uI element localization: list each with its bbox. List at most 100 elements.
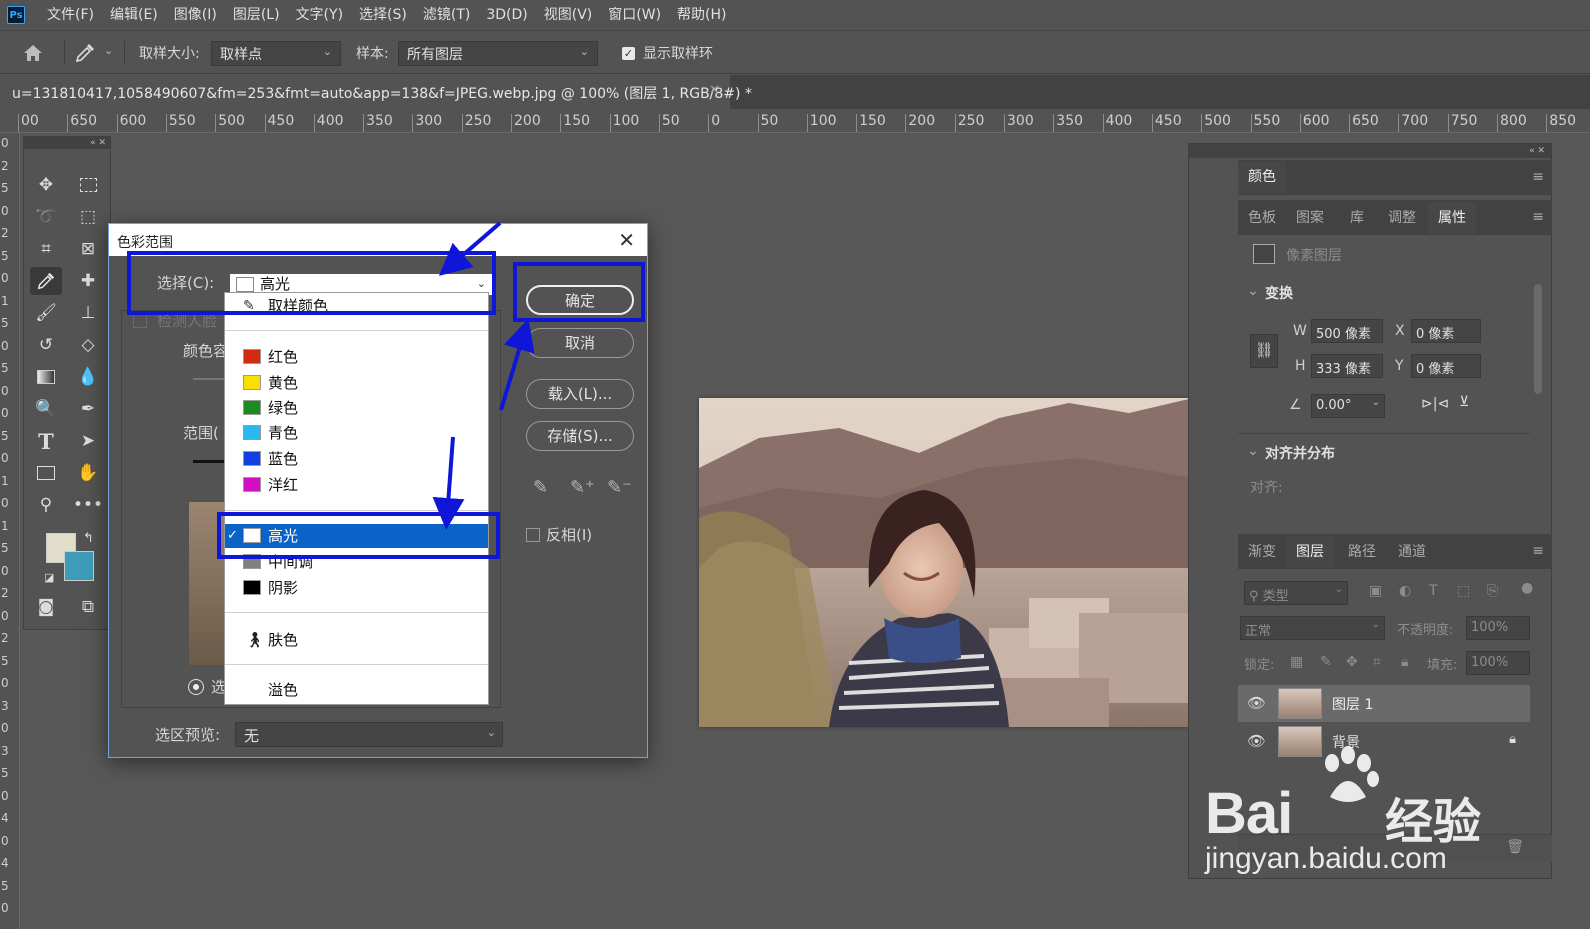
lock-image-icon[interactable]: ✎ <box>1320 654 1332 670</box>
tab-layers[interactable]: 图层 <box>1286 536 1334 568</box>
eyedropper-icon[interactable]: ✎ <box>533 477 548 498</box>
tab-libraries[interactable]: 库 <box>1340 202 1374 234</box>
tab-properties[interactable]: 属性 <box>1428 202 1476 234</box>
background-color-swatch[interactable] <box>64 551 94 581</box>
panel-menu-icon[interactable]: ≡ <box>1532 169 1544 185</box>
path-selection-tool-icon[interactable]: ➤ <box>72 427 104 455</box>
option-out-of-gamut[interactable]: 溢色 <box>225 678 488 702</box>
frame-tool-icon[interactable]: ⊠ <box>72 235 104 263</box>
link-dimensions-icon[interactable]: ⛓ <box>1250 334 1278 368</box>
lock-artboard-icon[interactable]: ⌗ <box>1373 654 1381 670</box>
swap-colors-icon[interactable]: ↰ <box>83 531 94 546</box>
pen-tool-icon[interactable]: ✒ <box>72 395 104 423</box>
eyedropper-icon[interactable] <box>74 42 96 64</box>
selection-radio[interactable] <box>189 680 203 694</box>
default-colors-icon[interactable]: ◪ <box>44 571 54 584</box>
blend-mode-select[interactable]: 正常 ⌄ <box>1240 616 1385 640</box>
filter-adjustment-icon[interactable]: ◐ <box>1399 583 1411 599</box>
properties-scrollbar[interactable] <box>1534 284 1542 394</box>
selection-preview-select[interactable]: 无 ⌄ <box>235 722 503 747</box>
delete-layer-icon[interactable]: 🗑︎ <box>1506 839 1524 855</box>
healing-brush-tool-icon[interactable]: ✚ <box>72 267 104 295</box>
flip-horizontal-icon[interactable]: ⊳|⊲ <box>1421 396 1449 412</box>
close-tab-icon[interactable]: ✕ <box>709 83 720 98</box>
document-tab[interactable]: u=131810417,1058490607&fm=253&fmt=auto&a… <box>0 75 752 109</box>
menu-help[interactable]: 帮助(H) <box>669 0 734 30</box>
hand-tool-icon[interactable]: ✋ <box>72 459 104 487</box>
eyedropper-tool-icon[interactable] <box>30 267 62 295</box>
tool-preset-chevron-icon[interactable]: ⌄ <box>104 44 113 57</box>
menu-layer[interactable]: 图层(L) <box>225 0 288 30</box>
option-shadows[interactable]: 阴影 <box>225 576 488 600</box>
menu-filter[interactable]: 滤镜(T) <box>415 0 478 30</box>
eyedropper-plus-icon[interactable]: ✎⁺ <box>570 477 595 498</box>
sample-select[interactable]: 所有图层 ⌄ <box>398 41 598 66</box>
menu-file[interactable]: 文件(F) <box>39 0 102 30</box>
flip-vertical-icon[interactable]: ⊻ <box>1459 394 1469 410</box>
option-yellows[interactable]: 黄色 <box>225 371 488 395</box>
tab-patterns[interactable]: 图案 <box>1286 202 1334 234</box>
filter-pixel-icon[interactable]: ▣ <box>1369 583 1382 599</box>
option-skin-tones[interactable]: 🚶︎ 肤色 <box>225 628 488 652</box>
dodge-tool-icon[interactable]: 🔍 <box>30 395 62 423</box>
tolerance-slider[interactable] <box>193 378 227 380</box>
clone-stamp-tool-icon[interactable]: ⊥ <box>72 299 104 327</box>
tab-adjustments[interactable]: 调整 <box>1378 202 1426 234</box>
tab-swatches[interactable]: 色板 <box>1238 202 1286 234</box>
menu-type[interactable]: 文字(Y) <box>288 0 351 30</box>
lock-all-icon[interactable]: 🔒︎ <box>1401 654 1408 670</box>
range-slider[interactable] <box>193 460 227 463</box>
layer-row-layer1[interactable]: 👁︎ 图层 1 <box>1238 685 1530 722</box>
menu-image[interactable]: 图像(I) <box>166 0 225 30</box>
rectangle-tool-icon[interactable] <box>30 459 62 487</box>
menu-edit[interactable]: 编辑(E) <box>102 0 166 30</box>
blur-tool-icon[interactable]: 💧 <box>72 363 104 391</box>
menu-select[interactable]: 选择(S) <box>351 0 415 30</box>
show-ring-checkbox[interactable]: ✓ <box>622 47 635 60</box>
tab-paths[interactable]: 路径 <box>1338 536 1386 568</box>
panel-menu-icon[interactable]: ≡ <box>1532 209 1544 225</box>
filter-smart-object-icon[interactable]: ⎘ <box>1487 583 1498 599</box>
menu-window[interactable]: 窗口(W) <box>600 0 669 30</box>
transform-collapse-icon[interactable]: ⌄ <box>1247 283 1259 299</box>
eyedropper-minus-icon[interactable]: ✎⁻ <box>607 477 632 498</box>
tab-channels[interactable]: 通道 <box>1388 536 1436 568</box>
panel-menu-icon[interactable]: ≡ <box>1532 543 1544 559</box>
option-cyans[interactable]: 青色 <box>225 421 488 445</box>
layer-kind-filter[interactable]: ⚲ 类型 ⌄ <box>1244 581 1348 605</box>
marquee-tool-icon[interactable] <box>72 171 104 199</box>
align-collapse-icon[interactable]: ⌄ <box>1247 443 1259 459</box>
tab-color[interactable]: 颜色 <box>1238 161 1286 193</box>
load-button[interactable]: 载入(L)... <box>526 379 634 409</box>
tab-gradients[interactable]: 渐变 <box>1238 536 1286 568</box>
filter-toggle-icon[interactable]: ● <box>1521 580 1533 596</box>
move-tool-icon[interactable]: ✥ <box>30 171 62 199</box>
screen-mode-icon[interactable]: ⧉ <box>72 593 104 621</box>
fill-field[interactable]: 100% <box>1466 651 1530 675</box>
menu-view[interactable]: 视图(V) <box>536 0 601 30</box>
visibility-eye-icon[interactable]: 👁︎ <box>1247 694 1266 712</box>
quick-mask-icon[interactable]: ◙ <box>30 593 62 621</box>
lock-position-icon[interactable]: ✥ <box>1346 654 1358 670</box>
cancel-button[interactable]: 取消 <box>526 328 634 358</box>
invert-checkbox[interactable] <box>526 528 540 542</box>
option-magentas[interactable]: 洋红 <box>225 473 488 497</box>
layer-name[interactable]: 图层 1 <box>1332 694 1373 714</box>
option-blues[interactable]: 蓝色 <box>225 447 488 471</box>
menu-3d[interactable]: 3D(D) <box>478 0 535 30</box>
gradient-tool-icon[interactable] <box>30 363 62 391</box>
lock-transparency-icon[interactable]: ▦ <box>1290 654 1303 670</box>
visibility-eye-icon[interactable]: 👁︎ <box>1247 732 1266 750</box>
save-button[interactable]: 存储(S)... <box>526 421 634 451</box>
type-tool-icon[interactable]: T <box>30 427 62 455</box>
filter-type-icon[interactable]: T <box>1429 583 1438 599</box>
opacity-field[interactable]: 100% <box>1466 616 1530 640</box>
angle-field[interactable]: 0.00° ⌄ <box>1311 394 1385 418</box>
home-icon[interactable] <box>22 43 44 63</box>
brush-tool-icon[interactable]: 🖌 <box>30 299 62 327</box>
more-tools-icon[interactable]: ••• <box>72 491 104 519</box>
option-reds[interactable]: 红色 <box>225 345 488 369</box>
zoom-tool-icon[interactable]: ⚲ <box>30 491 62 519</box>
width-field[interactable]: 500 像素 <box>1311 319 1383 343</box>
lasso-tool-icon[interactable]: ➰ <box>30 203 62 231</box>
